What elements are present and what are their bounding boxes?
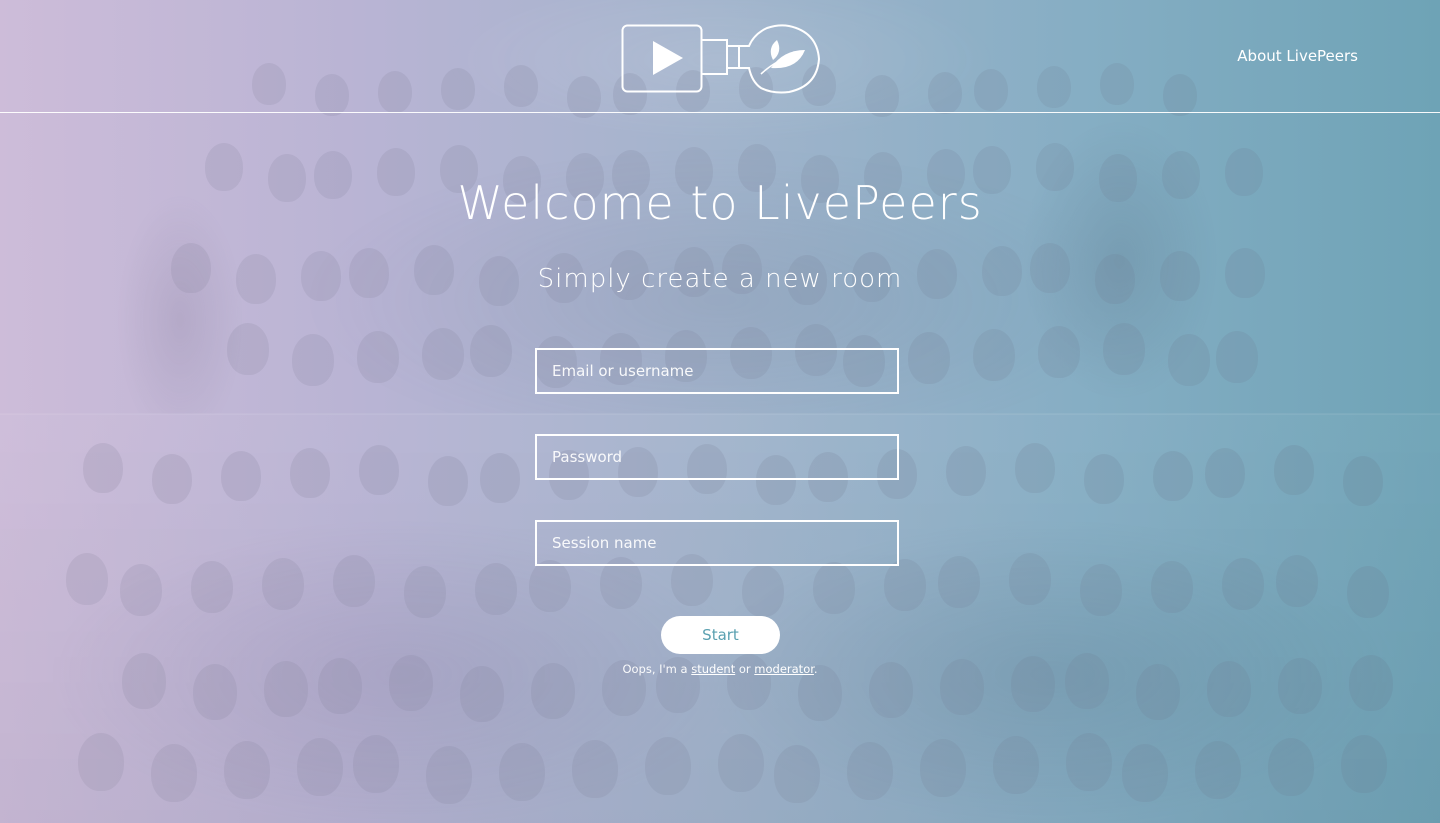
photo-person-head [1222,558,1264,610]
photo-person-head [262,558,304,610]
role-switch-text: Oops, I'm a student or moderator. [0,662,1440,676]
photo-person-head [1195,741,1241,799]
photo-person-head [1276,555,1318,607]
photo-person-head [884,559,926,611]
photo-person-head [645,737,691,795]
photo-person-head [1347,566,1389,618]
photo-person-head [1168,334,1210,386]
photo-person-head [357,331,399,383]
photo-person-head [1080,564,1122,616]
role-prefix: Oops, I'm a [622,662,688,676]
password-field[interactable] [535,434,899,480]
photo-person-head [572,740,618,798]
photo-person-head [359,445,399,495]
photo-person-head [290,448,330,498]
photo-person-head [774,745,820,803]
photo-person-head [470,325,512,377]
start-button[interactable]: Start [661,616,780,654]
top-header: About LivePeers [0,0,1440,113]
student-link[interactable]: student [691,662,735,676]
photo-person-head [426,746,472,804]
photo-person-head [120,564,162,616]
photo-person-head [993,736,1039,794]
photo-person-head [938,556,980,608]
photo-person-head [83,443,123,493]
photo-person-head [297,738,343,796]
about-livepeers-link[interactable]: About LivePeers [1237,47,1358,65]
photo-person-head [224,741,270,799]
photo-person-head [404,566,446,618]
photo-person-head [718,734,764,792]
leaf-icon [770,40,805,69]
photo-person-head [813,562,855,614]
photo-person-head [973,329,1015,381]
photo-person-head [742,565,784,617]
photo-person-head [292,334,334,386]
photo-person-head [1066,733,1112,791]
photo-person-head [333,555,375,607]
photo-person-head [1038,326,1080,378]
role-suffix: . [813,662,818,676]
photo-person-head [152,454,192,504]
livepeers-logo[interactable] [621,24,821,94]
photo-person-head [1103,323,1145,375]
photo-person-head [908,332,950,384]
photo-person-head [1084,454,1124,504]
photo-person-head [221,451,261,501]
photo-person-head [1274,445,1314,495]
photo-person-head [1216,331,1258,383]
play-triangle [653,41,683,75]
photo-person-head [151,744,197,802]
photo-person-head [920,739,966,797]
photo-person-head [1153,451,1193,501]
photo-person-head [946,446,986,496]
photo-person-head [66,553,108,605]
email-username-field[interactable] [535,348,899,394]
photo-person-head [227,323,269,375]
photo-person-head [1122,744,1168,802]
photo-person-head [847,742,893,800]
photo-person-head [422,328,464,380]
photo-person-head [529,560,571,612]
page-title: Welcome to LivePeers [457,176,983,230]
background-group-photo [0,0,1440,823]
photo-person-head [499,743,545,801]
photo-person-head [353,735,399,793]
landing-page: About LivePeers Welcome to LivePeers Sim… [0,0,1440,823]
photo-person-head [1341,735,1387,793]
photo-person-head [78,733,124,791]
photo-person-head [1205,448,1245,498]
photo-person-head [1343,456,1383,506]
photo-person-head [480,453,520,503]
role-or: or [738,662,751,676]
photo-person-head [475,563,517,615]
photo-person-head [1009,553,1051,605]
moderator-link[interactable]: moderator [754,662,814,676]
photo-person-head [1151,561,1193,613]
photo-seam [0,413,1440,415]
photo-person-head [428,456,468,506]
page-subtitle: Simply create a new room [537,264,903,294]
photo-person-head [1015,443,1055,493]
photo-person-head [1268,738,1314,796]
photo-person-head [191,561,233,613]
session-name-field[interactable] [535,520,899,566]
